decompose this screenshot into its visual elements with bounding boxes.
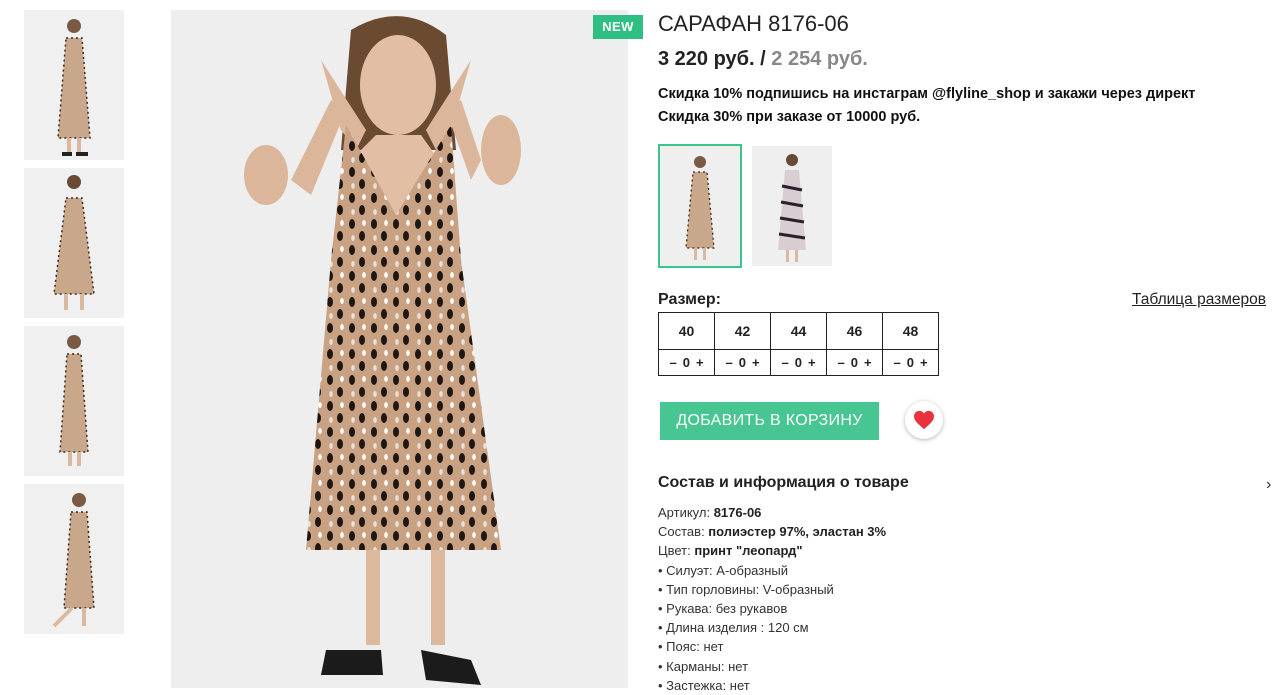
promo-instagram: Скидка 10% подпишись на инстаграм @flyli… [658,86,1196,102]
qty-plus[interactable]: + [808,355,816,370]
qty-minus[interactable]: – [837,355,844,370]
thumbnail-3[interactable] [24,326,124,476]
feature-length: • Длина изделия : 120 см [658,620,809,636]
qty-plus[interactable]: + [752,355,760,370]
qty-plus[interactable]: + [864,355,872,370]
main-product-image[interactable] [171,10,628,688]
variant-zebra-image [752,146,832,266]
composition-value: полиэстер 97%, эластан 3% [708,524,887,540]
qty-stepper-48: –0 + [882,349,939,376]
feature-pockets: • Карманы: нет [658,658,749,674]
price-block: 3 220 руб. / 2 254 руб. [658,48,868,71]
qty-plus[interactable]: + [696,355,704,370]
size-selector: 40 42 44 46 48 –0 + –0 + –0 + –0 + –0 + [658,312,939,376]
qty-plus[interactable]: + [920,355,928,370]
price-current: 3 220 руб. [658,48,755,70]
color-row: Цвет: принт "леопард" [658,541,886,560]
qty-minus[interactable]: – [893,355,900,370]
thumbnail-4[interactable] [24,484,124,634]
variant-leopard-image [662,148,738,264]
size-chart-link[interactable]: Таблица размеров [1132,291,1266,309]
thumbnail-1[interactable] [24,10,124,160]
promo-bulk-discount: Скидка 30% при заказе от 10000 руб. [658,109,921,125]
qty-minus[interactable]: – [725,355,732,370]
feature-belt: • Пояс: нет [658,639,724,655]
add-to-cart-button[interactable]: ДОБАВИТЬ В КОРЗИНУ [660,402,879,440]
feature-sleeves: • Рукава: без рукавов [658,601,788,617]
product-details: Артикул: 8176-06 Состав: полиэстер 97%, … [658,503,886,695]
price-separator: / [754,48,772,70]
feature-fastener: • Застежка: нет [658,677,750,693]
qty-minus[interactable]: – [669,355,676,370]
size-42[interactable]: 42 [714,312,771,350]
qty-value: 0 [738,355,746,370]
qty-stepper-46: –0 + [826,349,883,376]
composition-row: Состав: полиэстер 97%, эластан 3% [658,522,886,541]
color-label: Цвет: [658,543,695,559]
favorite-button[interactable] [905,401,943,439]
qty-stepper-40: –0 + [658,349,715,376]
thumbnail-2[interactable] [24,168,124,318]
new-badge: NEW [593,15,643,39]
size-44[interactable]: 44 [770,312,827,350]
qty-stepper-44: –0 + [770,349,827,376]
product-title: САРАФАН 8176-06 [658,11,849,36]
size-40[interactable]: 40 [658,312,715,350]
dress-photo-pose [24,484,124,634]
size-48[interactable]: 48 [882,312,939,350]
qty-value: 0 [794,355,802,370]
qty-stepper-42: –0 + [714,349,771,376]
composition-label: Состав: [658,524,709,540]
dress-photo-main [171,10,628,688]
article-label: Артикул: [658,505,714,520]
heart-icon [914,410,934,430]
composition-section-title[interactable]: Состав и информация о товаре [658,474,909,492]
color-value: принт "леопард" [694,543,803,559]
article-value: 8176-06 [713,505,762,520]
feature-silhouette: • Силуэт: А-образный [658,562,789,578]
price-old: 2 254 руб. [771,48,868,70]
article-row: Артикул: 8176-06 [658,503,886,522]
qty-value: 0 [682,355,690,370]
size-label: Размер: [658,291,721,308]
variant-zebra[interactable] [752,146,832,266]
dress-photo-side [24,326,124,476]
dress-photo-front [24,10,124,160]
qty-value: 0 [906,355,914,370]
variant-leopard[interactable] [658,144,742,268]
chevron-down-icon[interactable]: › [1266,476,1271,494]
thumbnail-list [24,10,124,642]
qty-minus[interactable]: – [781,355,788,370]
size-46[interactable]: 46 [826,312,883,350]
dress-photo-back [24,168,124,318]
feature-neckline: • Тип горловины: V-образный [658,581,834,597]
qty-value: 0 [850,355,858,370]
